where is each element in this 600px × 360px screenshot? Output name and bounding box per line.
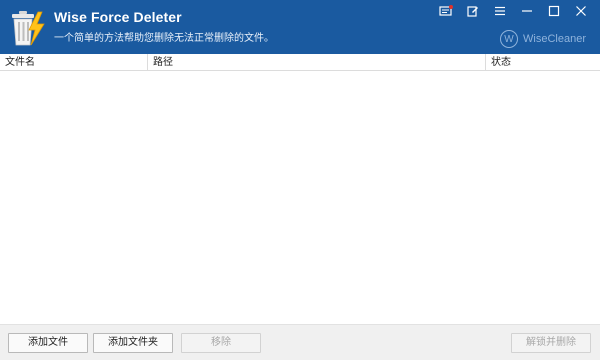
app-logo-icon bbox=[12, 11, 45, 46]
table-header: 文件名 路径 状态 bbox=[0, 54, 600, 71]
app-subtitle: 一个简单的方法帮助您删除无法正常删除的文件。 bbox=[54, 33, 274, 44]
title-bar: Wise Force Deleter 一个简单的方法帮助您删除无法正常删除的文件… bbox=[0, 0, 600, 54]
brand-mark: W bbox=[500, 30, 519, 48]
app-title: Wise Force Deleter bbox=[54, 9, 182, 25]
add-file-button[interactable]: 添加文件 bbox=[8, 333, 88, 353]
table-body[interactable] bbox=[0, 72, 600, 324]
add-folder-button[interactable]: 添加文件夹 bbox=[93, 333, 173, 353]
feedback-icon bbox=[466, 6, 478, 17]
maximize-button[interactable] bbox=[540, 2, 567, 20]
column-header-status[interactable]: 状态 bbox=[486, 54, 600, 70]
close-icon bbox=[575, 6, 586, 16]
maximize-icon bbox=[548, 5, 559, 17]
unlock-delete-button[interactable]: 解锁并删除 bbox=[511, 333, 591, 353]
file-table[interactable]: 文件名 路径 状态 bbox=[0, 54, 600, 324]
brand-logo: W WiseCleaner bbox=[500, 30, 586, 48]
window-controls bbox=[432, 2, 594, 20]
minimize-icon bbox=[521, 10, 532, 12]
menu-icon bbox=[494, 6, 505, 16]
brand-name: WiseCleaner bbox=[523, 33, 586, 45]
remove-button[interactable]: 移除 bbox=[181, 333, 261, 353]
column-header-path[interactable]: 路径 bbox=[148, 54, 486, 70]
message-icon bbox=[438, 5, 453, 16]
minimize-button[interactable] bbox=[513, 2, 540, 20]
bottom-toolbar: 添加文件 添加文件夹 移除 解锁并删除 bbox=[0, 324, 600, 360]
feedback-button[interactable] bbox=[459, 2, 486, 20]
column-header-filename[interactable]: 文件名 bbox=[0, 54, 148, 70]
message-button[interactable] bbox=[432, 2, 459, 20]
menu-button[interactable] bbox=[486, 2, 513, 20]
close-button[interactable] bbox=[567, 2, 594, 20]
